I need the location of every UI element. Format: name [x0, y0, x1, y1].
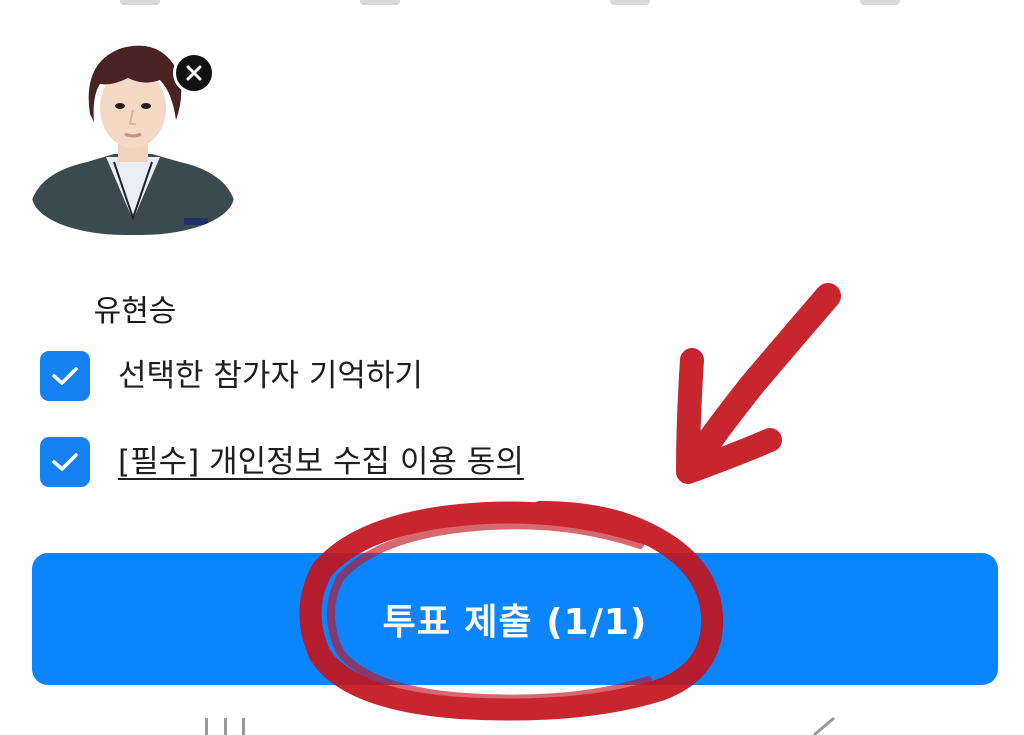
vote-screen: 유현승 선택한 참가자 기억하기 [필수] 개인정보 수집 이용 동의 투표 제…: [0, 0, 1024, 735]
privacy-consent-option[interactable]: [필수] 개인정보 수집 이용 동의: [40, 436, 524, 488]
candidate-name: 유현승: [93, 294, 177, 329]
privacy-consent-checkbox[interactable]: [40, 437, 90, 487]
close-icon: [186, 65, 202, 81]
remember-selection-checkbox[interactable]: [40, 351, 90, 401]
remove-candidate-button[interactable]: [173, 52, 215, 94]
remember-selection-option[interactable]: 선택한 참가자 기억하기: [40, 350, 423, 402]
submit-vote-label: 투표 제출 (1/1): [382, 602, 648, 643]
selected-candidate-card: 유현승: [30, 40, 240, 329]
privacy-consent-link[interactable]: [필수] 개인정보 수집 이용 동의: [118, 442, 524, 482]
annotation-arrow-shaft: [677, 283, 841, 481]
annotation-arrow-head: [676, 348, 782, 484]
recents-icon[interactable]: [205, 718, 245, 735]
remember-selection-label: 선택한 참가자 기억하기: [118, 358, 423, 394]
submit-vote-button[interactable]: 투표 제출 (1/1): [32, 553, 998, 685]
checkmark-icon: [52, 453, 78, 471]
back-icon[interactable]: [808, 716, 838, 735]
checkmark-icon: [52, 367, 78, 385]
